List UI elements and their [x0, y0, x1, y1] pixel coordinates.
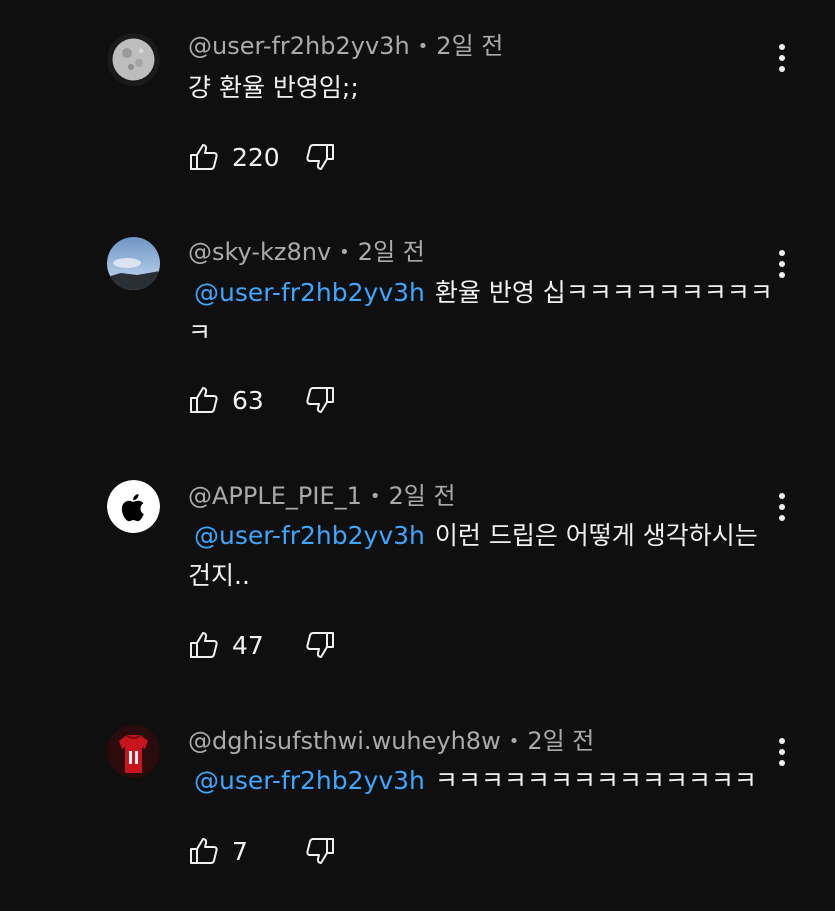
comment-time[interactable]: 2일 전 [527, 727, 594, 755]
comment-author[interactable]: @user-fr2hb2yv3h [188, 32, 410, 60]
meta-separator: • [339, 242, 350, 263]
comment-body: ㅋㅋㅋㅋㅋㅋㅋㅋㅋㅋㅋㅋㅋㅋ [434, 766, 757, 795]
jersey-avatar[interactable] [107, 725, 160, 778]
mention-link[interactable]: @user-fr2hb2yv3h [194, 278, 425, 307]
more-vert-icon[interactable] [768, 38, 796, 78]
comment-meta: @sky-kz8nv • 2일 전 [188, 236, 425, 268]
comment-author[interactable]: @APPLE_PIE_1 [188, 482, 362, 510]
meta-separator: • [508, 731, 520, 752]
more-vert-icon[interactable] [768, 244, 796, 284]
more-vert-icon[interactable] [768, 487, 796, 527]
comment-actions: 7 [188, 833, 336, 869]
comment-text: @user-fr2hb2yv3h ㅋㅋㅋㅋㅋㅋㅋㅋㅋㅋㅋㅋㅋㅋ [188, 761, 773, 801]
comment-time[interactable]: 2일 전 [436, 32, 503, 60]
sky-avatar[interactable] [107, 237, 160, 290]
comment-body: 걍 환율 반영임;; [188, 73, 359, 102]
comment-meta: @user-fr2hb2yv3h • 2일 전 [188, 30, 503, 62]
comment-time[interactable]: 2일 전 [358, 238, 425, 266]
thumbs-down-icon[interactable] [304, 835, 336, 867]
thumbs-up-icon[interactable] [188, 835, 220, 867]
comment-actions: 63 [188, 382, 336, 418]
thumbs-down-icon[interactable] [304, 384, 336, 416]
comment-meta: @APPLE_PIE_1 • 2일 전 [188, 480, 456, 512]
thumbs-up-icon[interactable] [188, 141, 220, 173]
thumbs-up-icon[interactable] [188, 629, 220, 661]
moon-avatar[interactable] [107, 33, 160, 86]
mention-link[interactable]: @user-fr2hb2yv3h [194, 521, 425, 550]
like-count: 7 [232, 836, 248, 866]
comment-text: @user-fr2hb2yv3h 환율 반영 십ㅋㅋㅋㅋㅋㅋㅋㅋㅋㅋ [188, 273, 773, 353]
thumbs-down-icon[interactable] [304, 629, 336, 661]
comment-time[interactable]: 2일 전 [389, 482, 456, 510]
comment-author[interactable]: @sky-kz8nv [188, 238, 331, 266]
meta-separator: • [369, 486, 381, 507]
comment-actions: 47 [188, 627, 336, 663]
comment-actions: 220 [188, 139, 336, 175]
thumbs-up-icon[interactable] [188, 384, 220, 416]
comment-text: 걍 환율 반영임;; [188, 68, 773, 108]
apple-avatar[interactable] [107, 480, 160, 533]
like-count: 63 [232, 385, 264, 415]
mention-link[interactable]: @user-fr2hb2yv3h [194, 766, 425, 795]
comment-author[interactable]: @dghisufsthwi.wuheyh8w [188, 727, 501, 755]
more-vert-icon[interactable] [768, 732, 796, 772]
comment-text: @user-fr2hb2yv3h 이런 드립은 어떻게 생각하시는 건지.. [188, 516, 773, 596]
thumbs-down-icon[interactable] [304, 141, 336, 173]
like-count: 47 [232, 630, 264, 660]
like-count: 220 [232, 142, 280, 172]
comment-meta: @dghisufsthwi.wuheyh8w • 2일 전 [188, 725, 594, 757]
meta-separator: • [417, 36, 429, 57]
